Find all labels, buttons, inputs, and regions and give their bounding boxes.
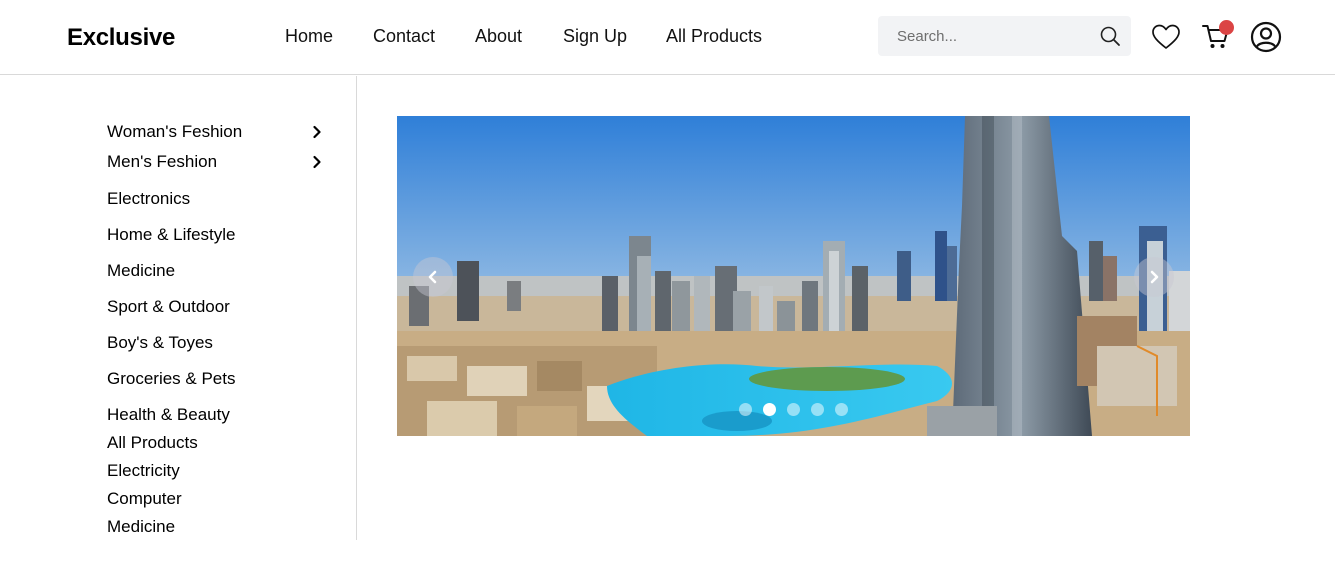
slider-dot[interactable] xyxy=(835,403,848,416)
slider-next-button[interactable] xyxy=(1134,257,1174,297)
nav-sign-up[interactable]: Sign Up xyxy=(563,26,627,47)
nav-home[interactable]: Home xyxy=(285,26,333,47)
category-mens-fashion[interactable]: Men's Feshion xyxy=(107,152,217,172)
slider-dot[interactable] xyxy=(739,403,752,416)
slider-prev-button[interactable] xyxy=(413,257,453,297)
slider-dot[interactable] xyxy=(811,403,824,416)
search-box xyxy=(878,16,1131,56)
chevron-left-icon xyxy=(428,270,437,284)
cart-icon[interactable] xyxy=(1202,20,1234,50)
city-skyline-image xyxy=(397,116,1190,436)
chevron-right-icon[interactable] xyxy=(312,125,322,139)
nav-about[interactable]: About xyxy=(475,26,522,47)
search-input[interactable] xyxy=(897,16,1092,56)
nav-contact[interactable]: Contact xyxy=(373,26,435,47)
heart-icon[interactable] xyxy=(1151,23,1181,51)
top-header: Exclusive Home Contact About Sign Up All… xyxy=(0,0,1335,75)
chevron-right-icon[interactable] xyxy=(312,155,322,169)
cart-badge xyxy=(1219,20,1234,35)
category-sidebar: Woman's Feshion Men's Feshion Electronic… xyxy=(0,76,357,540)
chevron-right-icon xyxy=(1150,270,1159,284)
category-medicine-2[interactable]: Medicine xyxy=(107,517,175,537)
logo[interactable]: Exclusive xyxy=(67,24,175,52)
category-electronics[interactable]: Electronics xyxy=(107,189,190,209)
nav-all-products[interactable]: All Products xyxy=(666,26,762,47)
category-womens-fashion[interactable]: Woman's Feshion xyxy=(107,122,242,142)
slider-dot-active[interactable] xyxy=(763,403,776,416)
category-computer[interactable]: Computer xyxy=(107,489,182,509)
category-groceries-pets[interactable]: Groceries & Pets xyxy=(107,369,236,389)
category-boys-toys[interactable]: Boy's & Toyes xyxy=(107,333,213,353)
hero-slider[interactable] xyxy=(397,116,1190,436)
category-sport-outdoor[interactable]: Sport & Outdoor xyxy=(107,297,230,317)
category-medicine[interactable]: Medicine xyxy=(107,261,175,281)
slider-dot[interactable] xyxy=(787,403,800,416)
user-icon[interactable] xyxy=(1250,21,1282,53)
category-health-beauty[interactable]: Health & Beauty xyxy=(107,405,230,425)
category-electricity[interactable]: Electricity xyxy=(107,461,180,481)
category-all-products[interactable]: All Products xyxy=(107,433,198,453)
category-home-lifestyle[interactable]: Home & Lifestyle xyxy=(107,225,236,245)
search-icon[interactable] xyxy=(1099,25,1121,47)
